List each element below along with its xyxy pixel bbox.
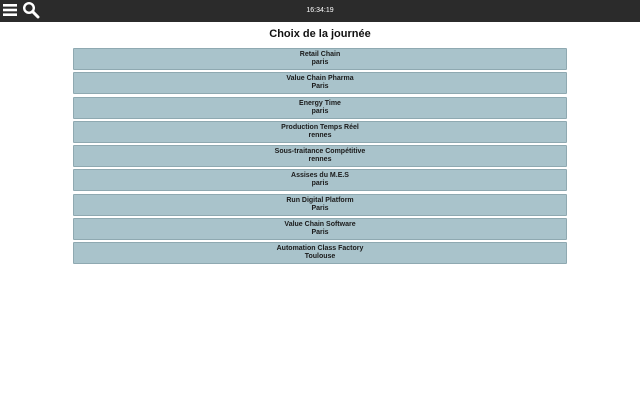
day-item-name: Sous-traitance Compétitive — [274, 148, 366, 156]
page-title: Choix de la journée — [269, 28, 371, 40]
top-bar: 16:34:19 — [0, 0, 640, 22]
day-item-assises-du-mes[interactable]: Assises du M.E.S paris — [73, 169, 567, 192]
hamburger-menu-icon — [3, 4, 17, 16]
day-item-name: Assises du M.E.S — [291, 172, 349, 180]
search-icon — [22, 1, 40, 19]
day-item-city: rennes — [308, 131, 332, 139]
day-item-value-chain-software[interactable]: Value Chain Software Paris — [73, 218, 567, 241]
day-item-city: paris — [311, 59, 329, 66]
day-list: Retail Chain paris Value Chain Pharma Pa… — [73, 48, 567, 267]
day-item-name: Value Chain Pharma — [286, 75, 354, 83]
day-item-name: Energy Time — [299, 99, 341, 107]
day-item-production-temps-reel[interactable]: Production Temps Réel rennes — [73, 120, 567, 143]
day-item-city: Paris — [311, 229, 329, 237]
day-item-city: Toulouse — [304, 253, 336, 261]
day-item-name: Run Digital Platform — [286, 196, 354, 204]
day-item-name: Production Temps Réel — [281, 123, 359, 131]
day-item-energy-time[interactable]: Energy Time paris — [73, 96, 567, 119]
day-item-city: Paris — [311, 83, 329, 91]
day-item-automation-class-factory[interactable]: Automation Class Factory Toulouse — [73, 242, 567, 265]
day-item-value-chain-pharma[interactable]: Value Chain Pharma Paris — [73, 72, 567, 95]
day-item-city: paris — [311, 180, 329, 188]
day-item-name: Retail Chain — [299, 51, 341, 58]
day-item-name: Automation Class Factory — [276, 245, 364, 253]
day-item-city: paris — [311, 107, 329, 115]
day-item-city: rennes — [308, 156, 332, 164]
day-item-city: Paris — [311, 204, 329, 212]
clock-time: 16:34:19 — [306, 7, 334, 14]
day-item-sous-traitance-competitive[interactable]: Sous-traitance Compétitive rennes — [73, 145, 567, 168]
search-button[interactable] — [22, 1, 40, 19]
day-item-run-digital-platform[interactable]: Run Digital Platform Paris — [73, 193, 567, 216]
menu-button[interactable] — [2, 2, 18, 18]
day-item-retail-chain[interactable]: Retail Chain paris — [73, 48, 567, 70]
day-item-name: Value Chain Software — [284, 221, 356, 229]
